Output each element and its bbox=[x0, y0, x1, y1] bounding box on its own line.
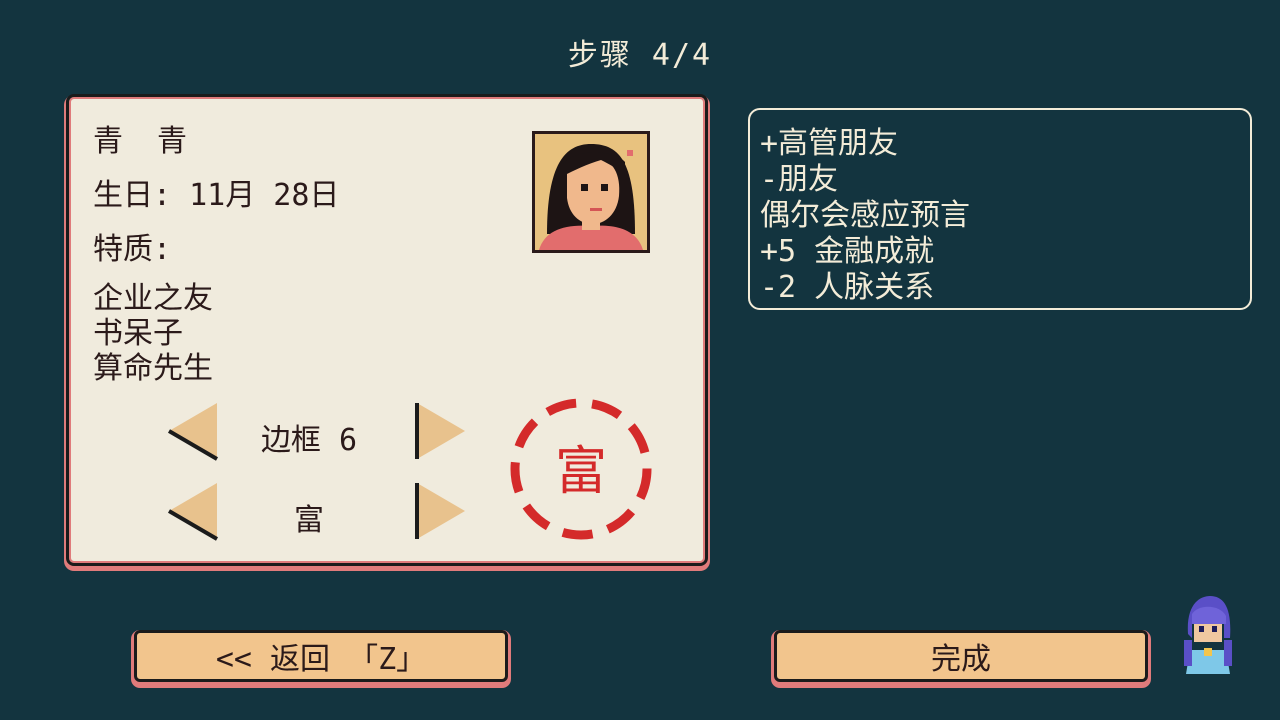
effect-item: -朋友 bbox=[760, 162, 839, 197]
done-button-label: 完成 bbox=[931, 642, 991, 677]
stamp-value: 富 bbox=[294, 503, 324, 538]
frame-value: 边框 6 bbox=[260, 423, 358, 458]
mascot-sprite bbox=[1184, 596, 1232, 674]
character-name: 青 青 bbox=[93, 124, 196, 159]
trait-item: 算命先生 bbox=[93, 351, 213, 386]
effects-panel: +高管朋友 -朋友 偶尔会感应预言 +5 金融成就 -2 人脉关系 bbox=[748, 108, 1252, 310]
frame-next-arrow[interactable] bbox=[415, 401, 467, 461]
character-portrait bbox=[532, 131, 650, 253]
back-button-label: << 返回 「Z」 bbox=[215, 642, 427, 677]
effect-item: 偶尔会感应预言 bbox=[760, 198, 970, 233]
effect-item: -2 人脉关系 bbox=[760, 270, 935, 305]
character-birthday: 生日: 11月 28日 bbox=[93, 178, 340, 213]
step-indicator: 步骤 4/4 bbox=[567, 38, 713, 73]
stamp-seal: 富 bbox=[510, 398, 652, 540]
stamp-next-arrow[interactable] bbox=[415, 481, 467, 541]
stamp-glyph: 富 bbox=[555, 442, 607, 502]
effect-item: +5 金融成就 bbox=[760, 234, 935, 269]
back-button[interactable]: << 返回 「Z」 bbox=[134, 630, 508, 682]
character-card: 青 青 生日: 11月 28日 特质: 企业之友 书呆子 算命先生 边框 6 富 bbox=[66, 94, 708, 566]
stamp-prev-arrow[interactable] bbox=[167, 481, 219, 541]
frame-prev-arrow[interactable] bbox=[167, 401, 219, 461]
done-button[interactable]: 完成 bbox=[774, 630, 1148, 682]
traits-label: 特质: bbox=[93, 232, 172, 267]
effect-item: +高管朋友 bbox=[760, 126, 899, 161]
